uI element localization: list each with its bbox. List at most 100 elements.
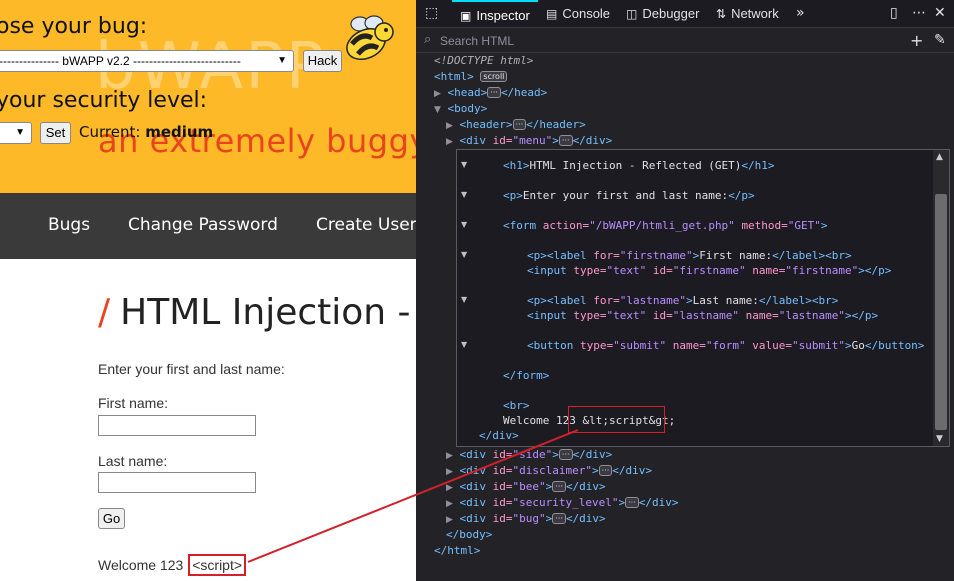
current-security: Current: medium	[79, 123, 213, 141]
search-html-input[interactable]: Search HTML	[440, 34, 514, 48]
welcome-text: Welcome 123	[98, 557, 184, 573]
nav-bugs[interactable]: Bugs	[48, 215, 90, 235]
close-icon[interactable]: ✕	[934, 5, 946, 21]
editor-line: <p><label for="lastname">Last name:</lab…	[527, 294, 839, 307]
current-label: Current:	[79, 123, 141, 141]
security-level-label: your security level:	[0, 88, 208, 113]
chevron-down-icon: ▼	[15, 127, 25, 138]
editor-line: <input type="text" id="firstname" name="…	[527, 264, 892, 277]
menu-icon[interactable]: ⋯	[912, 5, 926, 21]
editor-line: <br>	[503, 399, 530, 412]
search-html-bar[interactable]: ⌕ Search HTML + ✎	[416, 29, 954, 53]
last-name-input[interactable]	[98, 472, 256, 493]
editor-scrollbar[interactable]: ▲ ▼	[933, 150, 949, 446]
body-close-node: </body>	[446, 528, 493, 541]
inspector-icon: ▣	[460, 9, 472, 23]
fold-icon[interactable]: ▼	[461, 295, 467, 304]
fold-icon[interactable]: ▼	[461, 250, 467, 259]
element-picker-icon[interactable]: ⬚	[425, 5, 438, 21]
entity-highlight-box	[568, 406, 665, 433]
search-icon: ⌕	[424, 32, 432, 47]
page-title-text: HTML Injection -	[120, 292, 411, 333]
bee-icon	[346, 15, 394, 60]
editor-line: <p>Enter your first and last name:</p>	[503, 189, 755, 202]
expand-icon[interactable]: ▶	[446, 467, 453, 477]
div-menu-node[interactable]: ▶ <div id="menu"> ··· </div>	[446, 134, 612, 149]
page-title: / HTML Injection -	[98, 292, 411, 333]
editor-line: <h1>HTML Injection - Reflected (GET)</h1…	[503, 159, 775, 172]
fold-icon[interactable]: ▼	[461, 340, 467, 349]
expand-icon[interactable]: ▶	[446, 137, 453, 147]
first-name-label: First name:	[98, 395, 169, 411]
nav-change-password[interactable]: Change Password	[128, 215, 278, 235]
tab-debugger[interactable]: ◫ Debugger	[626, 0, 699, 28]
debugger-icon: ◫	[626, 7, 638, 21]
eyedropper-icon[interactable]: ✎	[934, 32, 946, 48]
bug-select[interactable]: --------------- bWAPP v2.2 -------------…	[0, 50, 294, 72]
dock-icon[interactable]: ▯	[890, 5, 898, 21]
expand-icon[interactable]: ▶	[446, 499, 453, 509]
html-close-node: </html>	[434, 544, 481, 557]
chevron-down-icon: ▼	[277, 55, 287, 66]
scroll-down-icon[interactable]: ▼	[936, 434, 943, 444]
first-name-input[interactable]	[98, 415, 256, 436]
html-edit-box[interactable]: ▼ ▼ ▼ ▼ ▼ ▼ <h1>HTML Injection - Reflect…	[456, 149, 950, 447]
tab-debugger-label: Debugger	[642, 6, 700, 21]
reflected-script-highlight: <script>	[188, 554, 247, 576]
choose-bug-label: ose your bug:	[0, 14, 148, 39]
editor-line: <form action="/bWAPP/htmli_get.php" meth…	[503, 219, 828, 232]
hack-button[interactable]: Hack	[303, 50, 342, 72]
fold-icon[interactable]: ▼	[461, 220, 467, 229]
div-security-level-node[interactable]: ▶ <div id="security_level"> ··· </div>	[446, 496, 679, 511]
editor-line: </div>	[479, 429, 519, 442]
security-level-select[interactable]: ▼	[0, 122, 32, 144]
nav-create-user[interactable]: Create User	[316, 215, 416, 235]
tab-network-label: Network	[731, 6, 779, 21]
title-slash: /	[98, 292, 111, 333]
div-disclaimer-node[interactable]: ▶ <div id="disclaimer"> ··· </div>	[446, 464, 652, 479]
welcome-message: Welcome 123 <script>	[98, 554, 247, 576]
editor-line: <button type="submit" name="form" value=…	[527, 339, 925, 352]
editor-line: <input type="text" id="lastname" name="l…	[527, 309, 879, 322]
bug-select-value: --------------- bWAPP v2.2 -------------…	[0, 54, 241, 68]
expand-icon[interactable]: ▶	[434, 89, 441, 99]
tab-console[interactable]: ▤ Console	[546, 0, 610, 28]
body-node[interactable]: ▼ <body>	[434, 102, 487, 117]
expand-icon[interactable]: ▶	[446, 515, 453, 525]
bwapp-nav: Bugs Change Password Create User	[0, 193, 416, 259]
scroll-badge[interactable]: scroll	[480, 71, 508, 82]
bwapp-header: bWAPP an extremely buggy w ose your bug:…	[0, 0, 416, 193]
network-icon: ⇅	[716, 7, 727, 21]
go-button[interactable]: Go	[98, 508, 125, 529]
editor-line: </form>	[503, 369, 550, 382]
fold-icon[interactable]: ▼	[461, 160, 467, 169]
div-side-node[interactable]: ▶ <div id="side"> ··· </div>	[446, 448, 612, 463]
fold-icon[interactable]: ▼	[461, 190, 467, 199]
current-value: medium	[145, 123, 214, 141]
header-node[interactable]: ▶ <header> ··· </header>	[446, 118, 586, 133]
more-tabs-icon[interactable]: »	[796, 5, 805, 21]
console-icon: ▤	[546, 7, 558, 21]
head-node[interactable]: ▶ <head> ··· </head>	[434, 86, 547, 101]
tab-inspector[interactable]: ▣ Inspector	[452, 0, 538, 28]
expand-icon[interactable]: ▶	[446, 451, 453, 461]
tab-console-label: Console	[562, 6, 611, 21]
doctype-node[interactable]: <!DOCTYPE html>	[434, 54, 533, 68]
html-node[interactable]: <html> scroll	[434, 70, 508, 84]
expand-icon[interactable]: ▶	[446, 483, 453, 493]
last-name-label: Last name:	[98, 453, 168, 469]
div-bug-node[interactable]: ▶ <div id="bug"> ··· </div>	[446, 512, 606, 527]
add-node-icon[interactable]: +	[910, 31, 923, 50]
devtools-panel: ⬚ ▣ Inspector ▤ Console ◫ Debugger ⇅ Network…	[416, 0, 954, 581]
expand-icon[interactable]: ▶	[446, 121, 453, 131]
tab-network[interactable]: ⇅ Network	[716, 0, 779, 28]
intro-text: Enter your first and last name:	[98, 361, 285, 377]
set-button[interactable]: Set	[40, 122, 71, 144]
editor-line: <p><label for="firstname">First name:</l…	[527, 249, 852, 262]
scroll-up-icon[interactable]: ▲	[936, 152, 943, 162]
scroll-thumb[interactable]	[935, 194, 947, 430]
div-bee-node[interactable]: ▶ <div id="bee"> ··· </div>	[446, 480, 606, 495]
devtools-tabbar: ⬚ ▣ Inspector ▤ Console ◫ Debugger ⇅ Network…	[416, 0, 954, 28]
tab-inspector-label: Inspector	[476, 8, 530, 23]
collapse-icon[interactable]: ▼	[434, 105, 441, 115]
